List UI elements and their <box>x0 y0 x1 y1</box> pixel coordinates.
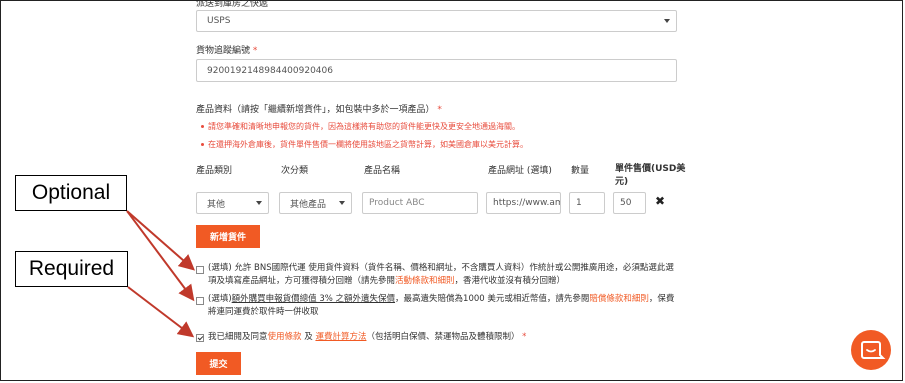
optional-arrow-1 <box>126 210 196 271</box>
chat-button[interactable] <box>851 330 891 370</box>
optional-arrow-2 <box>126 210 195 302</box>
chat-bubble-icon <box>861 341 886 359</box>
required-arrow <box>127 286 195 338</box>
annotation-arrows <box>126 210 196 338</box>
